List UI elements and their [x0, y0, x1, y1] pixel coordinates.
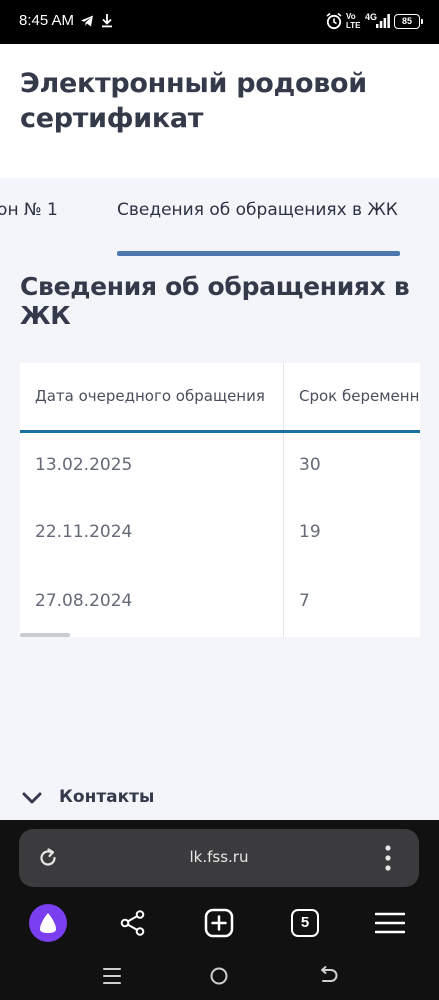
table-header-line — [20, 430, 420, 433]
address-bar[interactable]: lk.fss.ru — [19, 829, 419, 887]
table-cell-term: 19 — [299, 522, 321, 542]
tab-appointments[interactable]: Сведения об обращениях в ЖК — [117, 200, 398, 220]
system-navigation-bar — [0, 960, 439, 992]
table-cell-term: 7 — [299, 591, 310, 611]
telegram-icon — [81, 15, 93, 27]
plus-square-icon — [204, 908, 234, 938]
chevron-down-icon — [22, 792, 42, 804]
contacts-label: Контакты — [59, 787, 155, 807]
browser-toolbar: lk.fss.ru 5 — [0, 820, 439, 1000]
status-time: 8:45 AM — [19, 12, 75, 29]
alice-icon — [29, 904, 67, 942]
signal-icon — [376, 14, 390, 28]
table-cell-date: 22.11.2024 — [35, 522, 133, 542]
active-tab-indicator — [117, 251, 400, 256]
menu-button[interactable] — [367, 900, 413, 946]
battery-icon: 85 — [394, 14, 423, 29]
more-vertical-icon[interactable] — [383, 844, 393, 872]
url-text: lk.fss.ru — [189, 848, 249, 866]
tab-bar: ион № 1 Сведения об обращениях в ЖК — [0, 178, 439, 258]
status-bar: 8:45 AM Vo LTE 4G 85 — [0, 0, 439, 44]
section-title: Сведения об обращениях в ЖК — [20, 272, 410, 330]
hamburger-icon — [375, 912, 405, 934]
table-cell-term: 30 — [299, 455, 321, 475]
table-cell-date: 27.08.2024 — [35, 591, 133, 611]
header-card: Электронный родовой сертификат — [0, 44, 439, 178]
alice-assistant-button[interactable] — [25, 900, 71, 946]
horizontal-scrollbar[interactable] — [20, 633, 70, 637]
volte-icon: Vo LTE — [346, 12, 361, 30]
column-header-date: Дата очередного обращения — [35, 387, 265, 405]
home-icon[interactable] — [206, 964, 232, 988]
appointments-table[interactable]: Дата очередного обращения Срок беременн … — [20, 363, 420, 637]
page-title: Электронный родовой сертификат — [20, 68, 367, 134]
recents-icon[interactable] — [99, 964, 125, 988]
new-tab-button[interactable] — [196, 900, 242, 946]
column-divider — [283, 363, 284, 637]
table-cell-date: 13.02.2025 — [35, 455, 133, 475]
share-icon — [120, 910, 145, 936]
alarm-icon — [326, 12, 342, 30]
share-button[interactable] — [110, 900, 156, 946]
back-icon[interactable] — [315, 964, 341, 988]
tabs-count: 5 — [291, 909, 319, 937]
column-header-term: Срок беременн — [299, 387, 420, 405]
browser-nav: 5 — [0, 900, 439, 946]
tab-region[interactable]: ион № 1 — [0, 200, 58, 220]
download-icon — [102, 14, 112, 28]
tabs-switcher-button[interactable]: 5 — [282, 900, 328, 946]
